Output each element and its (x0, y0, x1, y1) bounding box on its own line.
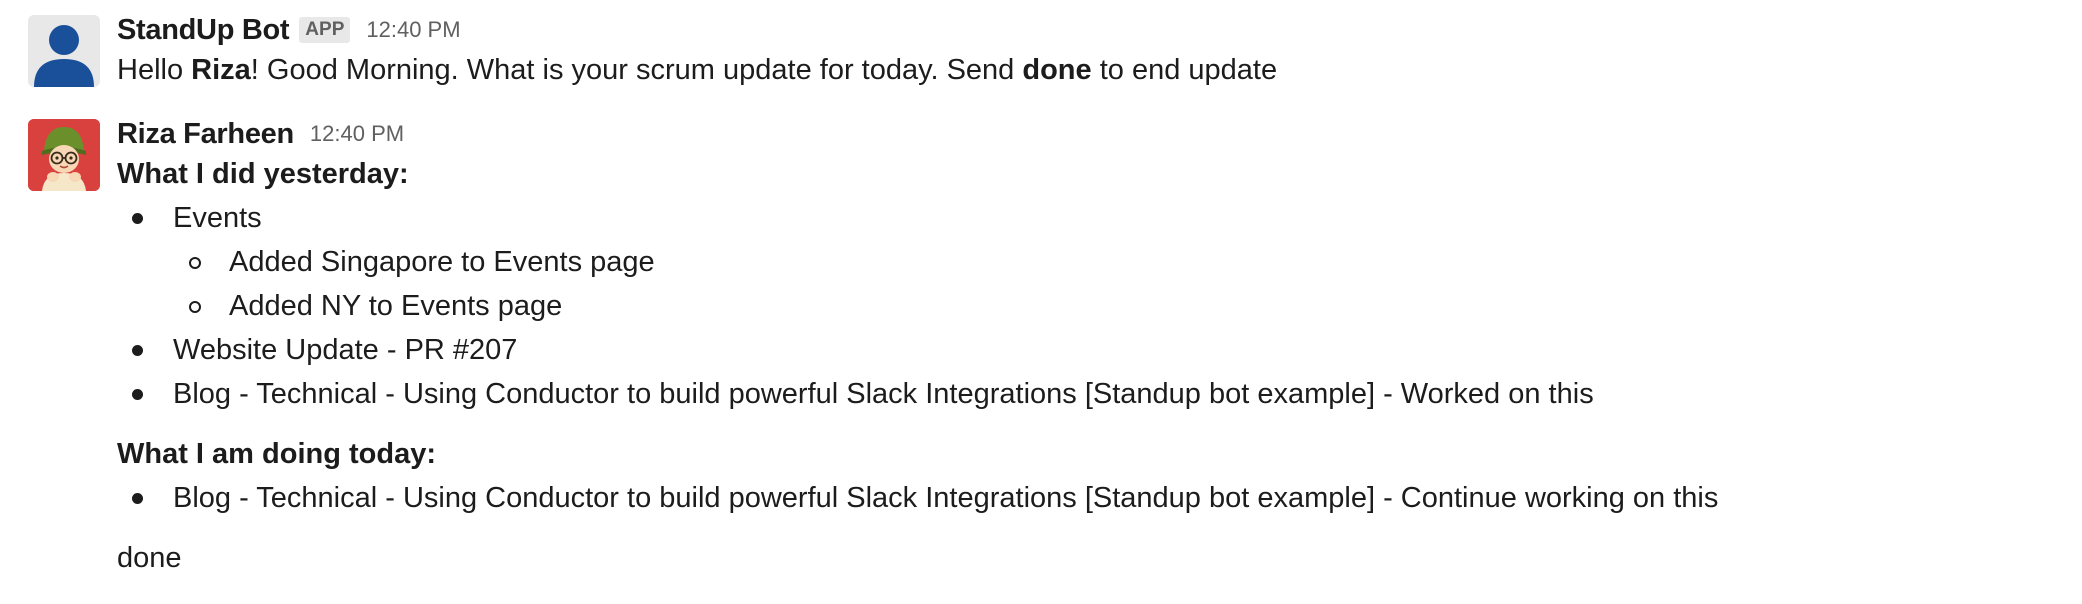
sender-name[interactable]: StandUp Bot (117, 14, 290, 47)
app-badge: APP (299, 17, 351, 43)
timestamp[interactable]: 12:40 PM (366, 17, 460, 43)
sub-list-item: Added Singapore to Events page (117, 240, 2082, 284)
message-content: StandUp Bot APP 12:40 PM Hello Riza! Goo… (117, 12, 2082, 92)
cartoon-avatar-icon (28, 119, 100, 191)
today-title: What I am doing today: (117, 438, 436, 470)
today-list: Blog - Technical - Using Conductor to bu… (117, 476, 2082, 520)
mention-name: Riza (191, 54, 251, 86)
bot-avatar[interactable] (28, 15, 100, 87)
message-header: StandUp Bot APP 12:40 PM (117, 12, 2082, 48)
list-item: Blog - Technical - Using Conductor to bu… (117, 372, 2082, 416)
yesterday-list: Events Added Singapore to Events page Ad… (117, 196, 2082, 416)
sender-name[interactable]: Riza Farheen (117, 118, 294, 151)
message-content: Riza Farheen 12:40 PM What I did yesterd… (117, 116, 2082, 580)
text-part: ! Good Morning. What is your scrum updat… (250, 54, 1023, 86)
message-text: Hello Riza! Good Morning. What is your s… (117, 48, 2082, 92)
text-part: to end update (1091, 54, 1278, 86)
yesterday-title: What I did yesterday: (117, 158, 409, 190)
sub-list-item: Added NY to Events page (117, 284, 2082, 328)
list-item: Website Update - PR #207 (117, 328, 2082, 372)
list-item: Events (117, 196, 2082, 240)
user-avatar[interactable] (28, 119, 100, 191)
final-text: done (117, 542, 182, 574)
timestamp[interactable]: 12:40 PM (310, 121, 404, 147)
keyword-done: done (1022, 54, 1092, 86)
message-header: Riza Farheen 12:40 PM (117, 116, 2082, 152)
default-user-icon (34, 25, 94, 87)
list-item: Blog - Technical - Using Conductor to bu… (117, 476, 2082, 520)
text-part: Hello (117, 54, 192, 86)
